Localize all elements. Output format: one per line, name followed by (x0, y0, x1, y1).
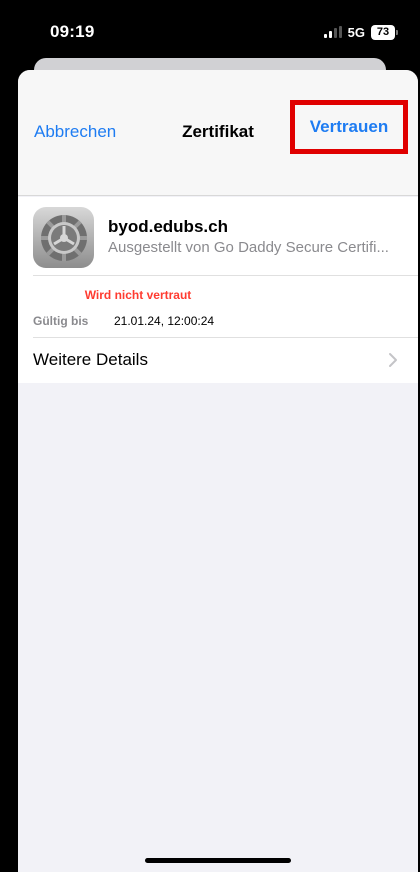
battery-icon: 73 (371, 24, 398, 40)
divider (33, 275, 418, 276)
status-time: 09:19 (50, 22, 95, 41)
certificate-issuer: Ausgestellt von Go Daddy Secure Certifi.… (108, 239, 389, 256)
more-details-row[interactable]: Weitere Details (18, 337, 418, 383)
signal-icon (323, 26, 342, 38)
certificate-card: byod.edubs.ch Ausgestellt von Go Daddy S… (18, 197, 418, 383)
gear-icon (33, 207, 94, 268)
status-indicators: 5G 73 (323, 22, 398, 42)
valid-until-label: Gültig bis (33, 314, 89, 328)
nav-bar: Abbrechen Zertifikat Vertrauen (18, 70, 418, 196)
trust-status: Wird nicht vertraut (84, 288, 192, 302)
home-indicator[interactable] (145, 858, 291, 863)
valid-until-value: 21.01.24, 12:00:24 (114, 314, 215, 328)
status-bar: 09:19 5G 73 (0, 0, 420, 60)
battery-level: 73 (371, 24, 395, 40)
phone-screen: 09:19 5G 73 Abbrechen Zertifikat Vertrau… (0, 0, 420, 872)
more-details-label: Weitere Details (33, 350, 148, 369)
chevron-right-icon (389, 353, 397, 367)
certificate-sheet: Abbrechen Zertifikat Vertrauen byod.edub… (18, 70, 418, 872)
trust-button-highlight[interactable]: Vertrauen (290, 100, 408, 154)
trust-button[interactable]: Vertrauen (310, 117, 388, 137)
network-type: 5G (347, 24, 365, 40)
certificate-name: byod.edubs.ch (108, 217, 228, 236)
